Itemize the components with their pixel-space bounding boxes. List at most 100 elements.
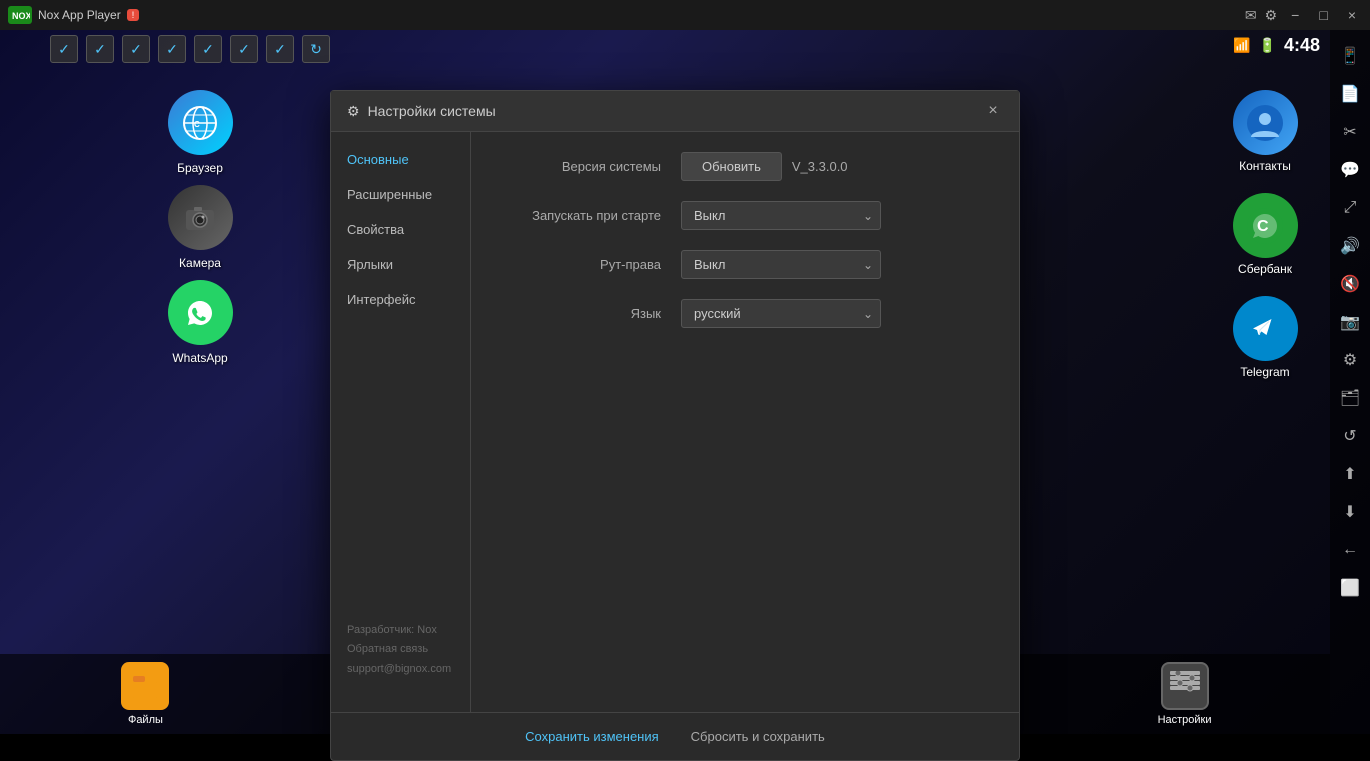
autostart-label: Запускать при старте (501, 208, 661, 223)
sidebar-folder-icon[interactable]: 🗂 (1334, 382, 1366, 414)
sidebar-camera-icon[interactable]: 📷 (1334, 306, 1366, 338)
autostart-row: Запускать при старте Выкл Вкл ⌄ (501, 201, 989, 230)
camera-icon (168, 185, 233, 250)
tab-interface[interactable]: Интерфейс (331, 282, 470, 317)
sidebar-mute-icon[interactable]: 🔇 (1334, 268, 1366, 300)
whatsapp-icon-item[interactable]: WhatsApp (160, 280, 240, 365)
checkbox-1[interactable]: ✓ (50, 35, 78, 63)
checkbox-4[interactable]: ✓ (158, 35, 186, 63)
minimize-button[interactable]: − (1285, 5, 1305, 25)
maximize-button[interactable]: □ (1313, 5, 1333, 25)
language-row: Язык русский English ⌄ (501, 299, 989, 328)
titlebar-title: Nox App Player (38, 8, 121, 22)
version-control: Обновить V_3.3.0.0 (681, 152, 989, 181)
modal-actions: Сохранить изменения Сбросить и сохранить (331, 712, 1019, 760)
autostart-control: Выкл Вкл ⌄ (681, 201, 989, 230)
checkbox-5[interactable]: ✓ (194, 35, 222, 63)
mail-icon[interactable]: ✉ (1245, 7, 1257, 24)
camera-label: Камера (179, 256, 221, 270)
right-sidebar: 📱 📄 ✂ 💬 ⤢ 🔊 🔇 📷 ⚙ 🗂 ↺ ⬆ ⬇ ← ⬜ (1330, 30, 1370, 734)
modal-content: Версия системы Обновить V_3.3.0.0 Запуск… (471, 132, 1019, 712)
browser-icon: C (168, 90, 233, 155)
sberbank-icon-item[interactable]: С Сбербанк (1220, 193, 1310, 276)
titlebar-right: ✉ ⚙ − □ × (1245, 5, 1362, 25)
tab-advanced[interactable]: Расширенные (331, 177, 470, 212)
taskbar-settings[interactable]: Настройки (1145, 662, 1225, 726)
contacts-label: Контакты (1239, 159, 1291, 173)
svg-text:С: С (1257, 218, 1269, 235)
modal-title-text: Настройки системы (368, 103, 496, 119)
root-select-wrapper: Выкл Вкл ⌄ (681, 250, 881, 279)
camera-icon-item[interactable]: Камера (160, 185, 240, 270)
desktop-icons-left: C Браузер Камера (160, 90, 240, 365)
svg-text:NOX: NOX (12, 11, 30, 21)
titlebar-logo: NOX (8, 6, 32, 24)
checkbox-6[interactable]: ✓ (230, 35, 258, 63)
contacts-icon-item[interactable]: Контакты (1220, 90, 1310, 173)
browser-label: Браузер (177, 161, 223, 175)
whatsapp-label: WhatsApp (172, 351, 227, 365)
titlebar-badge: ! (127, 9, 140, 21)
sidebar-back-icon[interactable]: ← (1334, 534, 1366, 566)
sidebar-upload-icon[interactable]: ⬆ (1334, 458, 1366, 490)
status-bar: 📶 🔋 4:48 (1233, 35, 1320, 56)
sidebar-volume-icon[interactable]: 🔊 (1334, 230, 1366, 262)
modal-body: Основные Расширенные Свойства Ярлыки Инт… (331, 132, 1019, 712)
modal-close-button[interactable]: × (983, 101, 1003, 121)
checkbox-3[interactable]: ✓ (122, 35, 150, 63)
sidebar-refresh-icon[interactable]: ↺ (1334, 420, 1366, 452)
telegram-icon-item[interactable]: Telegram (1220, 296, 1310, 379)
language-label: Язык (501, 306, 661, 321)
files-label: Файлы (128, 714, 163, 726)
contacts-icon (1233, 90, 1298, 155)
battery-icon: 🔋 (1259, 37, 1276, 54)
autostart-select-wrapper: Выкл Вкл ⌄ (681, 201, 881, 230)
titlebar: NOX Nox App Player ! ✉ ⚙ − □ × (0, 0, 1370, 30)
checkbox-7[interactable]: ✓ (266, 35, 294, 63)
developer-text: Разработчик: Nox (347, 621, 451, 641)
feedback-text: Обратная связь (347, 640, 451, 660)
root-control: Выкл Вкл ⌄ (681, 250, 989, 279)
checkbox-rotate[interactable]: ↻ (302, 35, 330, 63)
sberbank-label: Сбербанк (1238, 262, 1292, 276)
root-select[interactable]: Выкл Вкл (681, 250, 881, 279)
telegram-icon (1233, 296, 1298, 361)
sidebar-page-icon[interactable]: 📄 (1334, 78, 1366, 110)
sberbank-icon: С (1233, 193, 1298, 258)
browser-icon-item[interactable]: C Браузер (160, 90, 240, 175)
language-control: русский English ⌄ (681, 299, 989, 328)
reset-save-button[interactable]: Сбросить и сохранить (683, 725, 833, 748)
checkboxes-bar: ✓ ✓ ✓ ✓ ✓ ✓ ✓ ↻ (50, 35, 330, 63)
sidebar-download-icon[interactable]: ⬇ (1334, 496, 1366, 528)
checkbox-2[interactable]: ✓ (86, 35, 114, 63)
version-row: Версия системы Обновить V_3.3.0.0 (501, 152, 989, 181)
modal-gear-icon: ⚙ (347, 103, 360, 120)
main-area: ✓ ✓ ✓ ✓ ✓ ✓ ✓ ↻ 📶 🔋 4:48 C Бра (0, 30, 1370, 734)
settings-modal: ⚙ Настройки системы × Основные Расширенн… (330, 90, 1020, 761)
telegram-label: Telegram (1240, 365, 1289, 379)
sidebar-message-icon[interactable]: 💬 (1334, 154, 1366, 186)
version-label: Версия системы (501, 159, 661, 174)
autostart-select[interactable]: Выкл Вкл (681, 201, 881, 230)
sidebar-expand-icon[interactable]: ⤢ (1334, 192, 1366, 224)
sidebar-settings-icon[interactable]: ⚙ (1334, 344, 1366, 376)
tab-shortcuts[interactable]: Ярлыки (331, 247, 470, 282)
tab-properties[interactable]: Свойства (331, 212, 470, 247)
save-changes-button[interactable]: Сохранить изменения (517, 725, 667, 748)
modal-title: ⚙ Настройки системы (347, 103, 496, 120)
update-button[interactable]: Обновить (681, 152, 782, 181)
sidebar-scissors-icon[interactable]: ✂ (1334, 116, 1366, 148)
sidebar-phone-icon[interactable]: 📱 (1334, 40, 1366, 72)
language-select[interactable]: русский English (681, 299, 881, 328)
taskbar-files[interactable]: Файлы (105, 662, 185, 726)
desktop-icons-right: Контакты С Сбербанк Telegram (1220, 90, 1310, 379)
clock: 4:48 (1284, 35, 1320, 56)
tab-basic[interactable]: Основные (331, 142, 470, 177)
settings-icon[interactable]: ⚙ (1265, 7, 1278, 24)
language-select-wrapper: русский English ⌄ (681, 299, 881, 328)
window-close-button[interactable]: × (1342, 5, 1362, 25)
svg-text:C: C (194, 120, 200, 129)
files-taskbar-icon (121, 662, 169, 710)
sidebar-home-icon[interactable]: ⬜ (1334, 572, 1366, 604)
modal-tabs: Основные Расширенные Свойства Ярлыки Инт… (331, 132, 471, 712)
